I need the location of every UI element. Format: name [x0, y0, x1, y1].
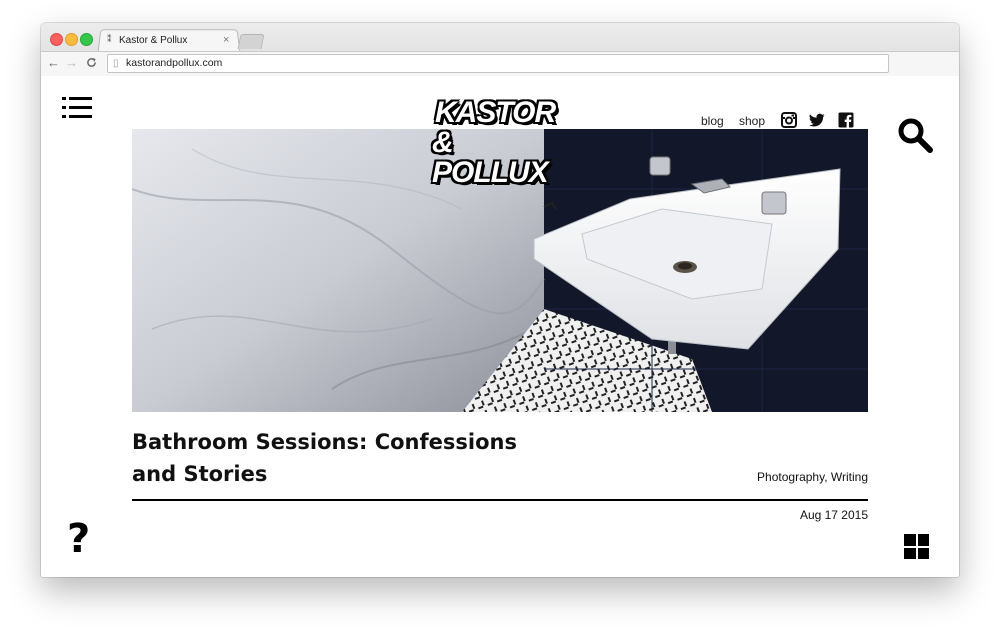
site-logo[interactable]: KASTOR & POLLUX — [432, 96, 575, 188]
facebook-icon[interactable] — [838, 112, 854, 128]
twitter-icon[interactable] — [809, 112, 825, 128]
logo-line1: KASTOR — [435, 96, 556, 129]
search-icon[interactable] — [897, 117, 933, 153]
browser-chrome: ⁑ Kastor & Pollux × ← → ▯ kastorandpollu… — [41, 23, 959, 76]
reload-icon — [87, 57, 96, 67]
browser-toolbar: ← → ▯ kastorandpollux.com — [41, 51, 959, 76]
close-window-button[interactable] — [50, 33, 63, 46]
address-bar[interactable]: ▯ kastorandpollux.com — [107, 54, 889, 73]
new-tab-button[interactable] — [237, 34, 265, 49]
instagram-icon[interactable] — [781, 112, 797, 128]
nav-shop-link[interactable]: shop — [739, 114, 765, 128]
minimize-window-button[interactable] — [65, 33, 78, 46]
post-categories[interactable]: Photography, Writing — [757, 470, 868, 484]
help-icon[interactable]: ? — [67, 517, 90, 561]
back-button[interactable]: ← — [47, 55, 60, 70]
tab-title: Kastor & Pollux — [119, 35, 188, 46]
browser-tab-content[interactable]: ⁑ Kastor & Pollux × — [105, 33, 235, 51]
nav-blog-link[interactable]: blog — [701, 114, 724, 128]
post-title[interactable]: Bathroom Sessions: Confessions and Stori… — [132, 426, 552, 490]
grid-view-icon[interactable] — [904, 534, 929, 559]
post-date: Aug 17 2015 — [799, 508, 868, 522]
page-icon: ▯ — [113, 58, 119, 69]
reload-button[interactable] — [86, 55, 97, 71]
post-divider — [132, 499, 868, 501]
tab-favicon-icon: ⁑ — [107, 34, 112, 44]
logo-line2: & POLLUX — [432, 126, 549, 189]
address-url[interactable]: kastorandpollux.com — [126, 55, 222, 72]
menu-icon[interactable] — [62, 96, 92, 120]
web-page: KASTOR & POLLUX blog shop Bathroom Sessi… — [41, 76, 959, 577]
forward-button[interactable]: → — [65, 55, 78, 70]
browser-window: ⁑ Kastor & Pollux × ← → ▯ kastorandpollu… — [41, 23, 959, 577]
tab-close-icon[interactable]: × — [223, 34, 229, 46]
maximize-window-button[interactable] — [80, 33, 93, 46]
